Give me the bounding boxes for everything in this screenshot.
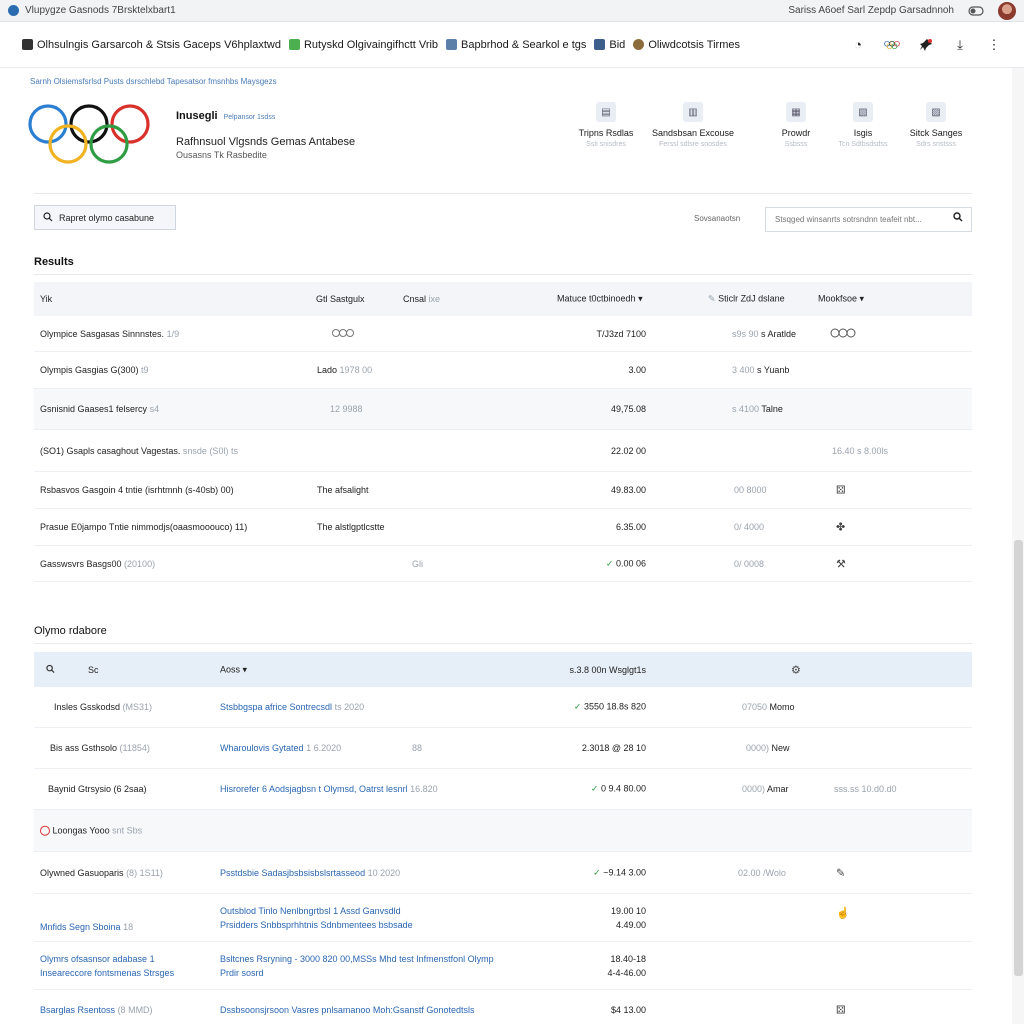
bookmark-4[interactable]: Bid bbox=[594, 39, 625, 51]
table-row[interactable]: Olywned Gasuoparis (8) 1S11) Psstdsbie S… bbox=[34, 852, 972, 894]
hero-subtitle: Rafhnsuol Vlgsnds Gemas Antabese bbox=[176, 136, 356, 148]
window-title: Vlupygze Gasnods 7Brsktelxbart1 bbox=[25, 5, 176, 16]
gear-icon[interactable]: ⚙ bbox=[791, 663, 801, 676]
hero-link-2[interactable]: ▥ Sandsbsan Excouse Ferssl sdlsre snosdes bbox=[648, 102, 738, 148]
table-row[interactable]: Bsarglas Rsentoss (8 MMD) Dssbsoonsjrsoo… bbox=[34, 990, 972, 1030]
bookmark-icon bbox=[288, 39, 300, 50]
document-icon: ▦ bbox=[786, 102, 806, 122]
document-icon: ▥ bbox=[683, 102, 703, 122]
table-row[interactable]: Gasswsvrs Basgs00 (20100) Gli ✓ 0.00 06 … bbox=[34, 546, 972, 582]
olympic-rings-icon bbox=[830, 327, 856, 341]
bookmark-icon bbox=[446, 39, 458, 50]
table-row[interactable]: Olymrs ofsasnsor adabase 1 Inseareccore f… bbox=[34, 942, 972, 990]
table-row[interactable]: Rsbasvos Gasgoin 4 tntie (isrhtmnh (s-40… bbox=[34, 472, 972, 509]
pencil-icon[interactable]: ✎ bbox=[836, 866, 845, 879]
table-row[interactable]: Gsnisnid Gaases1 felsercy s4 12 9988 49,… bbox=[34, 389, 972, 430]
database-header: Sc Aoss ▾ s.3.8 00n Wsglgt1s ⚙ bbox=[34, 652, 972, 687]
olympic-rings-icon[interactable] bbox=[884, 37, 900, 53]
hand-icon[interactable]: ☝ bbox=[836, 906, 850, 919]
results-title: Results bbox=[34, 256, 74, 268]
divider bbox=[34, 643, 972, 644]
hero-section: Inusegli Pelpansor 1sdss Rafhnsuol Vlgsnd… bbox=[0, 92, 1010, 192]
col-header[interactable]: Gtl Sastgulx bbox=[316, 294, 365, 304]
table-row[interactable]: Mnfids Segn Sboina 18 Outsblod Tinlo Nen… bbox=[34, 894, 972, 942]
col-header[interactable]: Yik bbox=[40, 294, 52, 304]
pin-icon[interactable] bbox=[918, 37, 934, 53]
table-row[interactable]: Olympis Gasgias G(300) t9 Lado 1978 00 3… bbox=[34, 352, 972, 389]
bookmark-2[interactable]: Rutyskd Olgivaingifhctt Vrib bbox=[288, 39, 438, 51]
search-label: Sovsanaotsn bbox=[694, 214, 741, 223]
document-icon: ▧ bbox=[853, 102, 873, 122]
database-title: Olymo rdabore bbox=[34, 625, 107, 637]
divider bbox=[34, 193, 972, 194]
table-row[interactable]: Bis ass Gsthsolo (11854) Wharoulovis Gyt… bbox=[34, 728, 972, 769]
database-table: Sc Aoss ▾ s.3.8 00n Wsglgt1s ⚙ Insles Gs… bbox=[34, 652, 972, 1030]
hero-link-1[interactable]: ▤ Tripns Rsdlas Ssti snisdres bbox=[561, 102, 651, 148]
toggle-icon[interactable] bbox=[968, 3, 984, 19]
check-icon: ✓ bbox=[605, 558, 614, 568]
ring-icon bbox=[40, 825, 50, 836]
check-icon: ✓ bbox=[593, 867, 601, 877]
report-button[interactable]: Rapret olymo casabune bbox=[34, 205, 176, 230]
check-icon: ✓ bbox=[573, 701, 582, 712]
col-header[interactable]: s.3.8 00n Wsglgt1s bbox=[569, 665, 646, 675]
col-header[interactable]: Sc bbox=[88, 665, 99, 675]
group-row[interactable]: Loongas Yooo snt Sbs bbox=[34, 810, 972, 852]
hero-caption: Ousasns Tk Rasbedite bbox=[176, 150, 267, 160]
col-header-sortable[interactable]: Mookfsoe ▾ bbox=[818, 294, 864, 305]
user-avatar[interactable] bbox=[998, 1, 1016, 20]
olympic-rings-logo bbox=[28, 104, 150, 164]
divider bbox=[34, 274, 972, 275]
tools-icon[interactable]: ⚒ bbox=[836, 557, 846, 570]
wrench-icon: ✎ bbox=[708, 293, 716, 304]
olympic-rings-icon bbox=[332, 327, 354, 341]
results-header: Yik Gtl Sastgulx Cnsal ixe Matuce t0ctbi… bbox=[34, 282, 972, 316]
search-input[interactable] bbox=[765, 207, 972, 232]
app-icon bbox=[8, 5, 19, 16]
bookmark-icon bbox=[22, 39, 33, 50]
document-icon: ▨ bbox=[926, 102, 946, 122]
chevron-down-icon: ▾ bbox=[638, 293, 643, 304]
bookmark-1[interactable]: Olhsulngis Garsarcoh & Stsis Gaceps V6hp… bbox=[22, 39, 281, 51]
clock-icon[interactable]: ◔ bbox=[850, 37, 866, 53]
dice-icon[interactable]: ⚄ bbox=[836, 484, 846, 497]
chevron-down-icon: ▾ bbox=[859, 293, 865, 304]
col-header[interactable]: ✎ Sticlr ZdJ dslane bbox=[708, 294, 785, 305]
col-header-sortable[interactable]: Aoss ▾ bbox=[220, 664, 247, 675]
hero-link-5[interactable]: ▨ Sitck Sanges Sdrs snstsss bbox=[891, 102, 981, 148]
bookmark-icon bbox=[594, 39, 606, 50]
table-row[interactable]: (SO1) Gsapls casaghout Vagestas. snsde (… bbox=[34, 430, 972, 472]
col-header[interactable]: Cnsal ixe bbox=[403, 294, 440, 304]
bookmarks-bar: Olhsulngis Garsarcoh & Stsis Gaceps V6hp… bbox=[0, 22, 1024, 68]
table-row[interactable]: Insles Gsskodsd (MS31) Stsbbgspa africe … bbox=[34, 687, 972, 728]
window-titlebar: Vlupygze Gasnods 7Brsktelxbart1 Sariss A… bbox=[0, 0, 1024, 22]
check-icon: ✓ bbox=[590, 783, 599, 794]
col-header-sortable[interactable]: Matuce t0ctbinoedh ▾ bbox=[557, 294, 643, 305]
kebab-menu-icon[interactable]: ⋮ bbox=[986, 37, 1002, 53]
hero-title: Inusegli Pelpansor 1sdss bbox=[176, 110, 276, 122]
search-icon[interactable] bbox=[953, 212, 963, 225]
table-row[interactable]: Olympice Sasgasas Sinnnstes. 1/9 T/J3zd … bbox=[34, 316, 972, 352]
window-right-text: Sariss A6oef Sarl Zepdp Garsadnnoh bbox=[788, 5, 954, 16]
results-table: Yik Gtl Sastgulx Cnsal ixe Matuce t0ctbi… bbox=[34, 282, 972, 582]
hero-text: Inusegli Pelpansor 1sdss Rafhnsuol Vlgsnd… bbox=[176, 110, 355, 160]
bookmark-3[interactable]: Bapbrhod & Searkol e tgs bbox=[446, 39, 586, 51]
chevron-down-icon: ▾ bbox=[242, 664, 248, 674]
scrollbar-thumb[interactable] bbox=[1014, 540, 1023, 976]
search-icon bbox=[43, 211, 53, 224]
download-icon[interactable]: ⤓ bbox=[952, 37, 968, 53]
table-row[interactable]: Baynid Gtrsysio (6 2saa) Hisrorefer 6 Ao… bbox=[34, 769, 972, 810]
document-icon: ▤ bbox=[596, 102, 616, 122]
breadcrumb[interactable]: Sarnh Olsiemsfsrlsd Pusts dsrschlebd Tap… bbox=[30, 77, 277, 86]
search-icon[interactable] bbox=[46, 664, 55, 675]
bookmark-5[interactable]: Oliwdcotsis Tirmes bbox=[633, 39, 740, 51]
bookmark-icon bbox=[633, 39, 645, 50]
table-row[interactable]: Prasue E0jampo Tntie nimmodjs(oaasmooouc… bbox=[34, 509, 972, 546]
dice-icon[interactable]: ⚄ bbox=[836, 1004, 846, 1017]
hero-tag: Pelpansor 1sdss bbox=[223, 114, 276, 121]
puzzle-icon[interactable]: ✤ bbox=[836, 521, 845, 534]
